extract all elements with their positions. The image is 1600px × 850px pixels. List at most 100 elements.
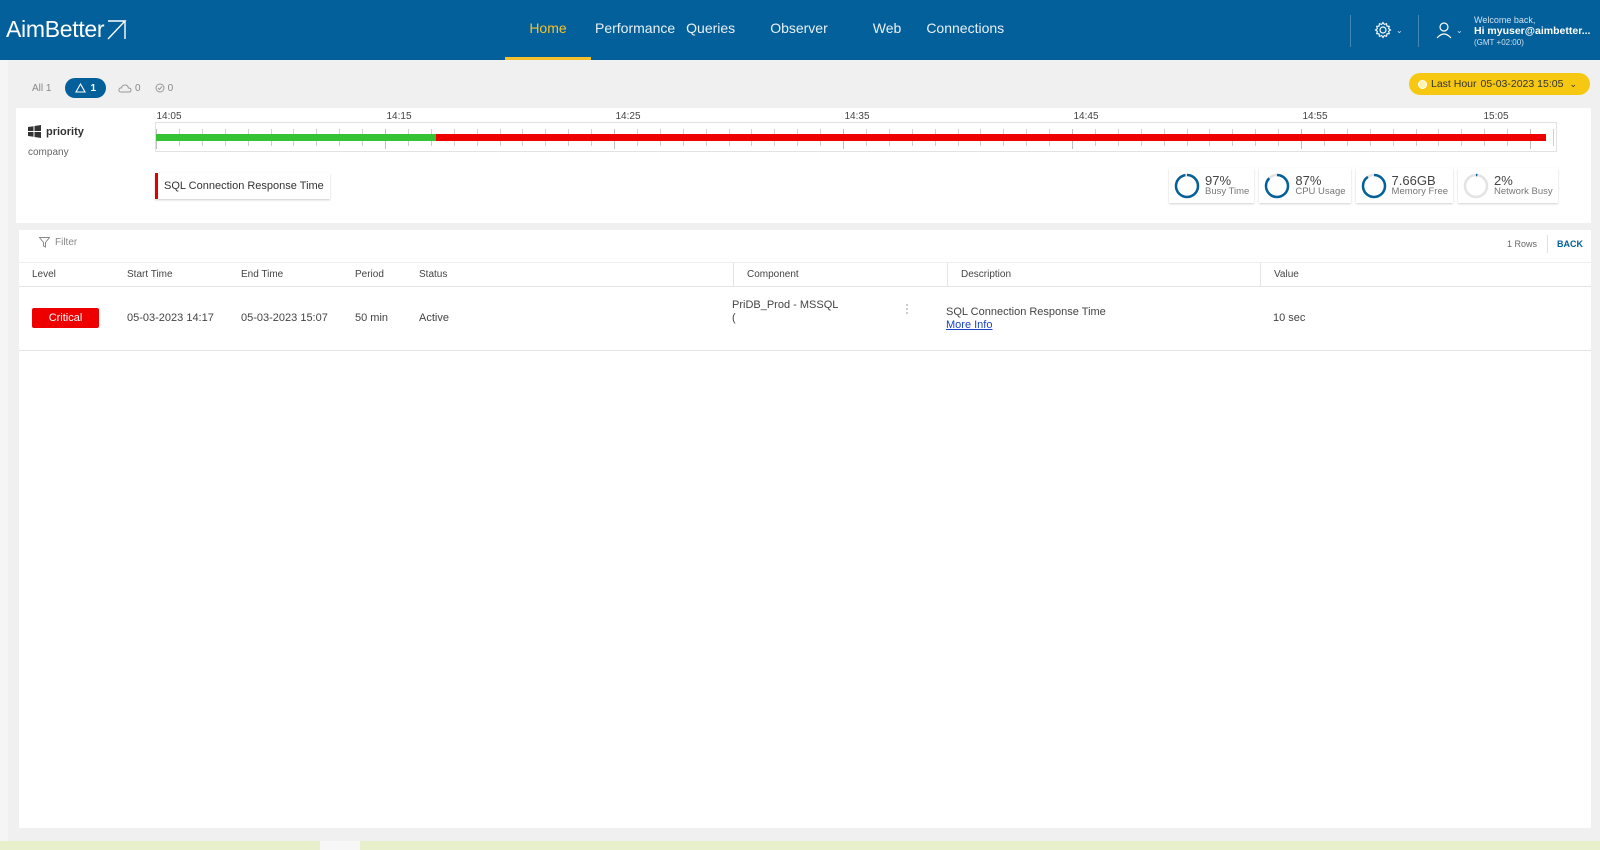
alert-filter-counts: All 1 1 0 0 <box>32 78 187 98</box>
back-button[interactable]: BACK <box>1557 239 1583 249</box>
column-header-start-time[interactable]: Start Time <box>114 263 173 287</box>
column-header-component[interactable]: Component <box>733 263 799 287</box>
chevron-down-icon: ⌄ <box>1456 25 1463 35</box>
kpi-value: 87% <box>1295 172 1322 188</box>
count-cloud[interactable]: 0 <box>118 83 141 94</box>
kpi-value: 97% <box>1205 172 1232 188</box>
timeline-tick-label: 14:15 <box>386 111 412 122</box>
count-alerts[interactable]: 1 <box>65 78 107 98</box>
toolbar-divider <box>1547 235 1548 253</box>
alerts-table-card: Filter 1 Rows BACK Level Start Time End … <box>19 230 1591 828</box>
collapsed-sidebar[interactable] <box>0 60 8 850</box>
welcome-text: Welcome back, <box>1474 15 1536 25</box>
level-cell: Critical <box>19 287 99 350</box>
timeline-tick-label: 15:05 <box>1483 111 1509 122</box>
timeline-tick-label: 14:55 <box>1302 111 1328 122</box>
column-header-level[interactable]: Level <box>19 263 56 287</box>
user-icon <box>1436 22 1452 39</box>
description-text: SQL Connection Response Time <box>946 306 1106 318</box>
filter-icon <box>39 237 50 248</box>
count-resolved[interactable]: 0 <box>155 82 174 94</box>
status-timeline[interactable] <box>155 122 1557 152</box>
kpi-group: 97% Busy Time 87% CPU Usage 7.66GB Memory F… <box>1169 168 1558 203</box>
check-circle-icon <box>155 83 165 93</box>
component-cell: PriDB_Prod - MSSQL ( <box>732 299 838 325</box>
row-menu-icon[interactable] <box>906 302 910 316</box>
time-range-label: Last Hour <box>1431 78 1477 90</box>
server-timeline-card: priority company 14:05 14:15 14:25 14:35 14:… <box>16 108 1591 223</box>
time-range-picker[interactable]: Last Hour 05-03-2023 15:05 ⌄ <box>1409 73 1590 95</box>
kpi-memory-free[interactable]: 7.66GB Memory Free <box>1355 168 1454 203</box>
windows-icon <box>28 125 41 138</box>
filter-button[interactable]: Filter <box>39 237 77 248</box>
nav-queries[interactable]: Queries <box>680 0 750 60</box>
column-header-value[interactable]: Value <box>1260 263 1299 287</box>
clock-icon <box>1418 79 1427 89</box>
user-menu[interactable]: ⌄ <box>1436 21 1463 39</box>
server-info[interactable]: priority company <box>28 125 84 158</box>
alarm-tag[interactable]: SQL Connection Response Time <box>155 173 330 199</box>
column-header-description[interactable]: Description <box>947 263 1011 287</box>
user-timezone: (GMT +02:00) <box>1474 38 1524 47</box>
column-header-status[interactable]: Status <box>406 263 447 287</box>
period-cell: 50 min <box>355 312 389 324</box>
nav-web[interactable]: Web <box>853 0 927 60</box>
kpi-label: Network Busy <box>1494 185 1553 197</box>
warning-icon <box>75 83 87 93</box>
nav-divider <box>1418 15 1419 47</box>
critical-badge: Critical <box>32 308 99 328</box>
column-header-end-time[interactable]: End Time <box>228 263 283 287</box>
network-busy-gauge-icon <box>1463 173 1489 198</box>
kpi-label: CPU Usage <box>1295 185 1346 197</box>
timeline-tick-label: 14:35 <box>844 111 870 122</box>
filter-label: Filter <box>55 237 78 248</box>
end-time-cell: 05-03-2023 15:07 <box>241 312 328 324</box>
table-row[interactable]: Critical 05-03-2023 14:17 05-03-2023 15:… <box>19 287 1591 351</box>
kpi-label: Memory Free <box>1391 185 1449 197</box>
rows-count: 1 Rows <box>1507 239 1538 249</box>
timeline-tick-label: 14:25 <box>615 111 641 122</box>
nav-performance[interactable]: Performance <box>591 0 680 60</box>
gear-icon <box>1374 21 1392 39</box>
table-header: Level Start Time End Time Period Status … <box>19 262 1591 287</box>
nav-connections[interactable]: Connections <box>926 0 1016 60</box>
alerts-count: 1 <box>90 82 97 94</box>
busy-time-gauge-icon <box>1174 173 1200 198</box>
description-cell: SQL Connection Response Time More Info <box>946 306 1106 332</box>
cloud-icon <box>118 83 132 92</box>
component-name: PriDB_Prod - MSSQL <box>732 299 839 311</box>
resolved-count: 0 <box>167 82 174 94</box>
timeline-tick <box>1553 129 1554 146</box>
time-range-date: 05-03-2023 15:05 <box>1480 78 1564 90</box>
main-nav: Home Performance Queries Observer Web Co… <box>505 0 1016 60</box>
status-strip-block <box>320 841 360 850</box>
kpi-value: 2% <box>1494 172 1513 188</box>
kpi-label: Busy Time <box>1205 185 1250 197</box>
column-header-period[interactable]: Period <box>342 263 384 287</box>
timeline-tick-label: 14:05 <box>156 111 182 122</box>
count-all[interactable]: All 1 <box>32 83 51 94</box>
user-greeting[interactable]: Welcome back, Hi myuser@aimbetter... (GM… <box>1474 15 1590 48</box>
chevron-down-icon: ⌄ <box>1396 25 1403 35</box>
settings-menu[interactable]: ⌄ <box>1374 21 1403 39</box>
more-info-link[interactable]: More Info <box>946 319 1106 332</box>
nav-home[interactable]: Home <box>505 0 591 60</box>
chevron-down-icon: ⌄ <box>1569 78 1577 89</box>
nav-observer[interactable]: Observer <box>750 0 853 60</box>
cloud-count: 0 <box>135 82 141 94</box>
component-detail: ( <box>732 312 736 324</box>
start-time-cell: 05-03-2023 14:17 <box>127 312 214 324</box>
nav-divider <box>1350 15 1351 47</box>
aimbetter-logo[interactable]: AimBetter <box>6 16 127 43</box>
value-cell: 10 sec <box>1273 312 1306 324</box>
logo-text: AimBetter <box>6 16 105 42</box>
kpi-busy-time[interactable]: 97% Busy Time <box>1169 168 1255 203</box>
bottom-status-strip <box>0 841 1600 850</box>
kpi-cpu-usage[interactable]: 87% CPU Usage <box>1259 168 1351 203</box>
kpi-value: 7.66GB <box>1391 172 1436 188</box>
kpi-network-busy[interactable]: 2% Network Busy <box>1458 168 1558 203</box>
server-subtitle: company <box>28 147 69 158</box>
memory-free-gauge-icon <box>1361 173 1386 198</box>
healthy-period-bar[interactable] <box>156 134 436 141</box>
critical-period-bar[interactable] <box>436 134 1546 141</box>
